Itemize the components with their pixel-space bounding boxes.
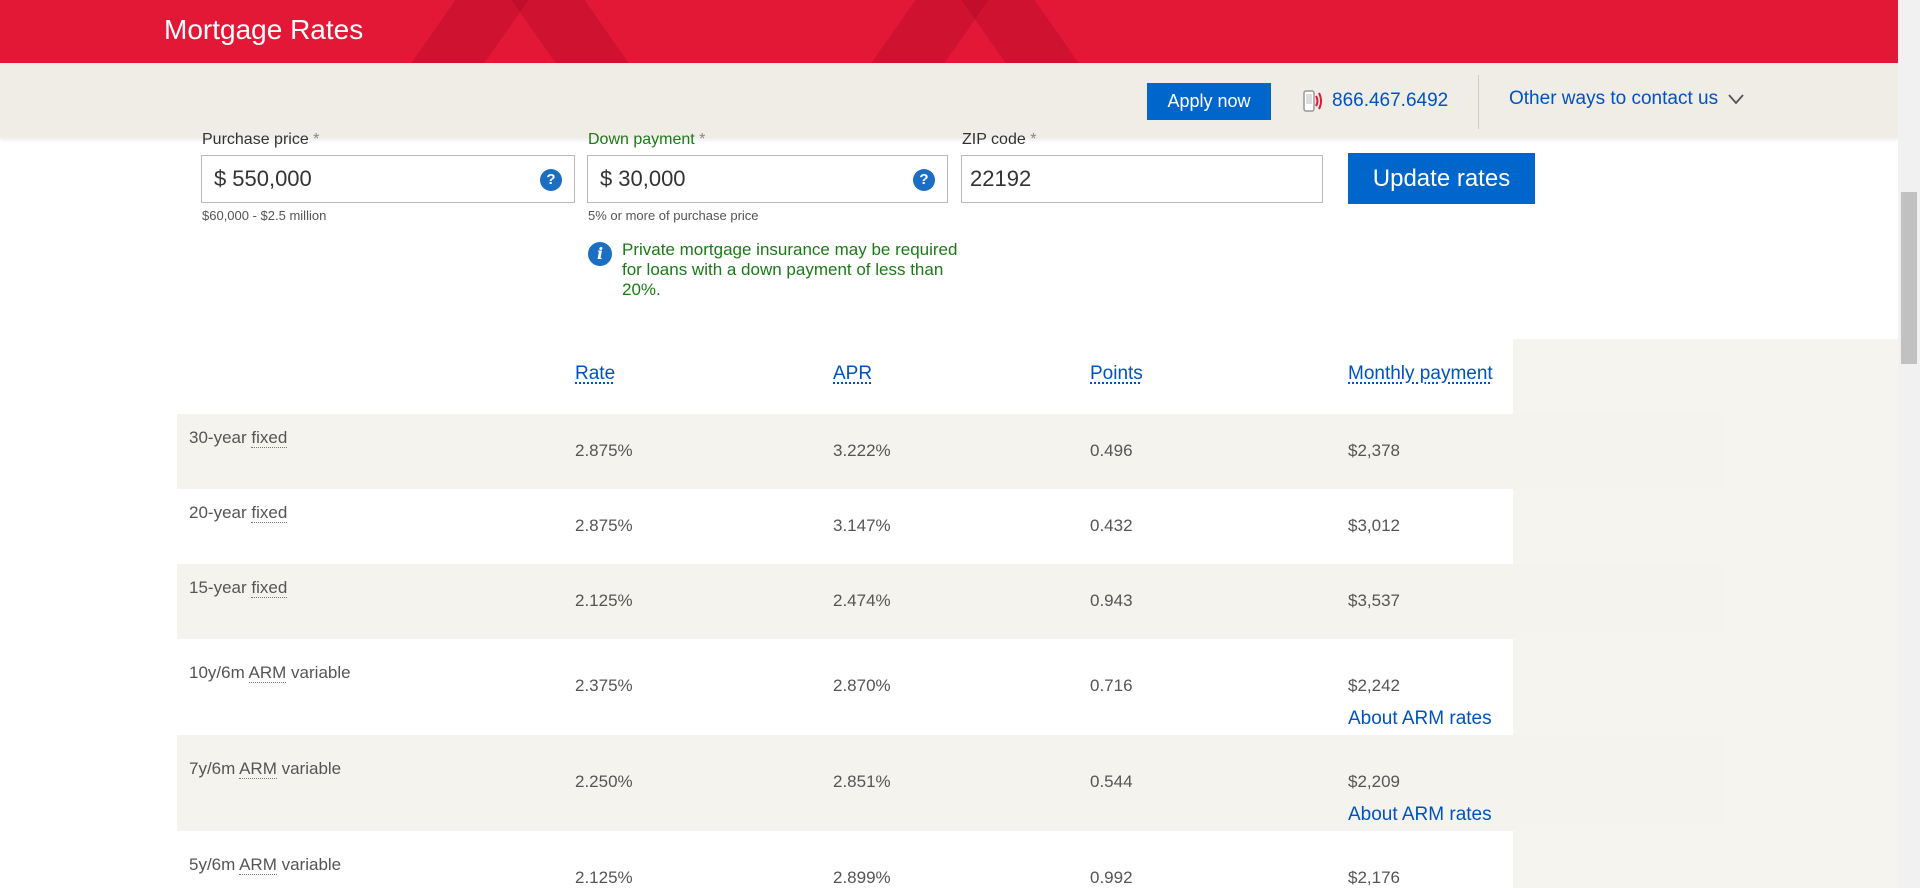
zip-code-label: ZIP code * xyxy=(962,131,1037,148)
rate-value: 2.875% xyxy=(575,441,633,460)
help-icon[interactable]: ? xyxy=(913,169,935,191)
apr-value: 2.474% xyxy=(833,591,891,610)
other-ways-label: Other ways to contact us xyxy=(1509,88,1719,109)
apr-value: 3.147% xyxy=(833,516,891,535)
currency-prefix: $ xyxy=(600,166,613,191)
down-payment-label: Down payment * xyxy=(588,131,706,148)
apr-value: 3.222% xyxy=(833,441,891,460)
about-arm-rates-link[interactable]: About ARM rates xyxy=(1348,804,1492,826)
page-banner: Mortgage Rates xyxy=(0,0,1898,63)
apr-value: 2.851% xyxy=(833,772,891,791)
rate-value: 2.375% xyxy=(575,676,633,695)
points-value: 0.432 xyxy=(1090,516,1133,535)
points-column-header[interactable]: Points xyxy=(1090,363,1143,385)
update-rates-button[interactable]: Update rates xyxy=(1348,153,1535,204)
loan-term-10y-arm: 10y/6m ARM variable xyxy=(189,663,351,683)
loan-term-15-year: 15-year fixed xyxy=(189,578,288,598)
loan-term-7y-arm: 7y/6m ARM variable xyxy=(189,759,342,779)
scrollbar-thumb[interactable] xyxy=(1901,192,1917,364)
purchase-price-field[interactable]: $ ? xyxy=(201,155,575,203)
phone-number[interactable]: 866.467.6492 xyxy=(1332,90,1448,112)
apr-value: 2.899% xyxy=(833,868,891,887)
monthly-payment-value: $2,176 xyxy=(1348,868,1400,887)
row-background xyxy=(177,414,1722,489)
banner-decoration xyxy=(356,0,544,63)
monthly-payment-value: $2,209 xyxy=(1348,772,1400,791)
rate-value: 2.875% xyxy=(575,516,633,535)
scrollbar-track[interactable] xyxy=(1898,0,1920,888)
row-background xyxy=(177,564,1722,639)
monthly-payment-value: $3,537 xyxy=(1348,591,1400,610)
loan-term-5y-arm: 5y/6m ARM variable xyxy=(189,855,342,875)
points-value: 0.992 xyxy=(1090,868,1133,887)
points-value: 0.544 xyxy=(1090,772,1133,791)
down-payment-field[interactable]: $ ? xyxy=(587,155,948,203)
points-value: 0.716 xyxy=(1090,676,1133,695)
phone-icon xyxy=(1303,90,1322,112)
monthly-payment-value: $2,378 xyxy=(1348,441,1400,460)
pmi-notice: i Private mortgage insurance may be requ… xyxy=(588,240,958,300)
zip-code-input[interactable] xyxy=(970,166,1210,192)
rate-value: 2.125% xyxy=(575,868,633,887)
monthly-payment-value: $3,012 xyxy=(1348,516,1400,535)
points-value: 0.943 xyxy=(1090,591,1133,610)
rate-column-header[interactable]: Rate xyxy=(575,363,615,385)
other-ways-dropdown[interactable]: Other ways to contact us xyxy=(1509,88,1744,110)
down-payment-hint: 5% or more of purchase price xyxy=(588,208,759,223)
banner-decoration xyxy=(496,0,684,63)
pmi-notice-text: Private mortgage insurance may be requir… xyxy=(622,240,958,299)
banner-decoration xyxy=(946,0,1134,63)
help-icon[interactable]: ? xyxy=(540,169,562,191)
apr-column-header[interactable]: APR xyxy=(833,363,872,385)
page-viewport: Mortgage Rates Apply now 866.467.6492 Ot… xyxy=(0,0,1898,888)
page-title: Mortgage Rates xyxy=(164,14,364,45)
purchase-price-input[interactable] xyxy=(232,166,473,192)
rate-value: 2.125% xyxy=(575,591,633,610)
monthly-payment-column-header[interactable]: Monthly payment xyxy=(1348,363,1493,385)
chevron-down-icon xyxy=(1728,94,1744,105)
zip-code-field[interactable] xyxy=(961,155,1323,203)
points-value: 0.496 xyxy=(1090,441,1133,460)
loan-term-20-year: 20-year fixed xyxy=(189,503,288,523)
purchase-price-label: Purchase price * xyxy=(202,131,320,148)
monthly-payment-value: $2,242 xyxy=(1348,676,1400,695)
about-arm-rates-link[interactable]: About ARM rates xyxy=(1348,708,1492,730)
rate-value: 2.250% xyxy=(575,772,633,791)
down-payment-input[interactable] xyxy=(618,166,859,192)
currency-prefix: $ xyxy=(214,166,227,191)
contact-divider xyxy=(1478,75,1479,129)
apr-value: 2.870% xyxy=(833,676,891,695)
purchase-price-hint: $60,000 - $2.5 million xyxy=(202,208,327,223)
loan-term-30-year: 30-year fixed xyxy=(189,428,288,448)
phone-link[interactable]: 866.467.6492 xyxy=(1302,87,1448,115)
apply-now-button[interactable]: Apply now xyxy=(1147,83,1271,120)
info-icon: i xyxy=(588,242,612,266)
contact-bar: Apply now 866.467.6492 Other ways to con… xyxy=(0,63,1898,138)
